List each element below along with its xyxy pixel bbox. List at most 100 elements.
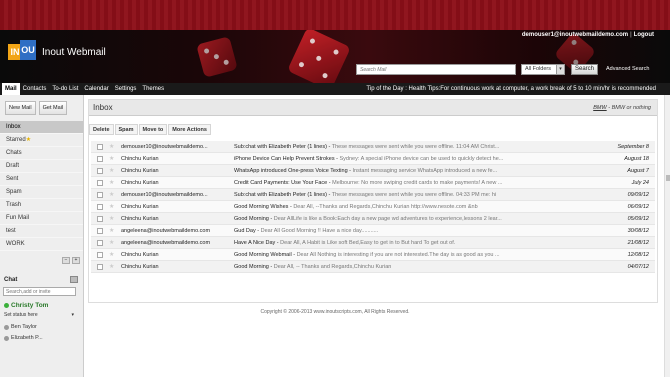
message-sender: Chinchu Kurian (121, 180, 159, 186)
star-icon: ★ (25, 137, 32, 143)
message-subject: Good Morning - Dear AllLife is like a Bo… (234, 216, 502, 222)
star-icon[interactable]: ★ (109, 261, 114, 273)
folder-inbox[interactable]: Inbox (0, 121, 83, 134)
scrollbar-thumb[interactable] (666, 175, 670, 181)
page-title: Inbox (93, 103, 113, 112)
nav-item-themes[interactable]: Themes (139, 83, 167, 95)
ad-line: BMW - BMW or nothing (593, 105, 651, 111)
chat-contact[interactable]: Ben Taylor (4, 324, 37, 330)
message-checkbox[interactable] (97, 264, 103, 270)
star-icon[interactable]: ★ (109, 141, 114, 153)
folder-fun-mail[interactable]: Fun Mail (0, 212, 83, 225)
message-subject: Gud Day - Dear All Good Morning !! Have … (234, 228, 379, 234)
nav-item-contacts[interactable]: Contacts (20, 83, 50, 95)
message-checkbox[interactable] (97, 168, 103, 174)
dice-decoration (287, 30, 351, 83)
folder-test[interactable]: test (0, 225, 83, 238)
message-preview: Dear AllLife is like a Book:Each day a n… (273, 216, 502, 222)
inbox-header: Inbox BMW - BMW or nothing (89, 100, 657, 116)
nav-item-mail[interactable]: Mail (2, 83, 20, 95)
chat-contact-name: Elizabeth P... (11, 335, 43, 341)
message-row[interactable]: ★ demouser10@inoutwebmaildemo... Sub:chat … (91, 189, 655, 201)
nav-menu: Mail Contacts To-do List Calendar Settin… (2, 83, 167, 95)
nav-item-calendar[interactable]: Calendar (81, 83, 111, 95)
folder-starred[interactable]: Starred★ (0, 134, 83, 147)
message-date: 21/08/12 (627, 240, 649, 246)
offline-status-icon (4, 324, 9, 330)
folder-trash[interactable]: Trash (0, 199, 83, 212)
chat-search-input[interactable] (3, 287, 76, 296)
folder-work[interactable]: WORK (0, 238, 83, 251)
message-row[interactable]: ★ Chinchu Kurian Good Morning - Dear AllLi… (91, 213, 655, 225)
online-status-icon (4, 303, 9, 308)
message-checkbox[interactable] (97, 228, 103, 234)
message-checkbox[interactable] (97, 204, 103, 210)
logout-link[interactable]: Logout (634, 32, 654, 38)
message-row[interactable]: ★ Chinchu Kurian Credit Card Payments: Use… (91, 177, 655, 189)
message-checkbox[interactable] (97, 144, 103, 150)
advanced-search-link[interactable]: Advanced Search (606, 66, 649, 72)
ad-text: - BMW or nothing (608, 105, 651, 111)
message-row[interactable]: ★ demouser10@inoutwebmaildemo... Sub:chat … (91, 141, 655, 153)
message-date: 05/09/12 (627, 216, 649, 222)
star-icon[interactable]: ★ (109, 213, 114, 225)
message-subject-text: Sub:chat with Elizabeth Peter (1 lines) (234, 144, 327, 150)
star-icon[interactable]: ★ (109, 225, 114, 237)
message-row[interactable]: ★ Chinchu Kurian iPhone Device Can Help Pr… (91, 153, 655, 165)
message-subject: Sub:chat with Elizabeth Peter (1 lines) … (234, 192, 497, 198)
message-checkbox[interactable] (97, 252, 103, 258)
more-actions-button[interactable]: More Actions (168, 124, 211, 135)
tip-label: Tip of the Day : Health Tips: (366, 86, 441, 92)
message-checkbox[interactable] (97, 156, 103, 162)
move-to-button[interactable]: Move to (138, 124, 168, 135)
message-checkbox[interactable] (97, 240, 103, 246)
folder-select[interactable]: All Folders ▾ (521, 64, 565, 75)
get-mail-button[interactable]: Get Mail (38, 101, 68, 115)
message-date: August 7 (627, 168, 649, 174)
nav-item-settings[interactable]: Settings (112, 83, 140, 95)
message-preview: Dear All, -- Thanks and Regards,Chinchu … (273, 264, 392, 270)
star-icon[interactable]: ★ (109, 165, 114, 177)
message-row[interactable]: ★ angeleena@inoutwebmaildemo.com Have A Ni… (91, 237, 655, 249)
app-logo[interactable]: IN OU Inout Webmail (8, 40, 106, 64)
message-row[interactable]: ★ angeleena@inoutwebmaildemo.com Gud Day -… (91, 225, 655, 237)
chat-contact[interactable]: Elizabeth P... (4, 335, 43, 341)
spam-button[interactable]: Spam (114, 124, 138, 135)
chat-minimize-icon[interactable] (70, 276, 78, 283)
message-checkbox[interactable] (97, 180, 103, 186)
ad-link[interactable]: BMW (593, 105, 606, 111)
star-icon[interactable]: ★ (109, 153, 114, 165)
message-subject-text: Credit Card Payments: Use Your Face (234, 180, 328, 186)
star-icon[interactable]: ★ (109, 177, 114, 189)
message-row[interactable]: ★ Chinchu Kurian WhatsApp introduced One-p… (91, 165, 655, 177)
new-mail-button[interactable]: New Mail (5, 101, 36, 115)
message-date: 30/08/12 (627, 228, 649, 234)
add-folder-button[interactable]: + (72, 257, 80, 264)
tip-text: For continuous work at computer, a work … (440, 86, 656, 92)
star-icon[interactable]: ★ (109, 249, 114, 261)
search-button[interactable]: Search (571, 64, 598, 75)
message-sender: Chinchu Kurian (121, 216, 159, 222)
folder-chats[interactable]: Chats (0, 147, 83, 160)
folder-sent[interactable]: Sent (0, 173, 83, 186)
message-subject-text: Good Morning Wishes (234, 204, 289, 210)
page-scrollbar[interactable] (664, 95, 670, 377)
search-input[interactable] (356, 64, 516, 75)
message-checkbox[interactable] (97, 192, 103, 198)
folder-spam[interactable]: Spam (0, 186, 83, 199)
nav-item-todo[interactable]: To-do List (49, 83, 81, 95)
delete-button[interactable]: Delete (89, 124, 114, 135)
star-icon[interactable]: ★ (109, 189, 114, 201)
message-subject: Have A Nice Day - Dear All, A Habit is L… (234, 240, 456, 246)
message-row[interactable]: ★ Chinchu Kurian Good Morning Wishes - Dea… (91, 201, 655, 213)
message-checkbox[interactable] (97, 216, 103, 222)
folder-label: Chats (6, 150, 22, 156)
message-row[interactable]: ★ Chinchu Kurian Good Morning Webmail - De… (91, 249, 655, 261)
folder-label: Inbox (6, 124, 21, 130)
message-preview: Sydney: A special iPhone device can be u… (339, 156, 504, 162)
remove-folder-button[interactable]: − (62, 257, 70, 264)
folder-draft[interactable]: Draft (0, 160, 83, 173)
star-icon[interactable]: ★ (109, 201, 114, 213)
star-icon[interactable]: ★ (109, 237, 114, 249)
message-row[interactable]: ★ Chinchu Kurian Good Morning - Dear All, … (91, 261, 655, 273)
